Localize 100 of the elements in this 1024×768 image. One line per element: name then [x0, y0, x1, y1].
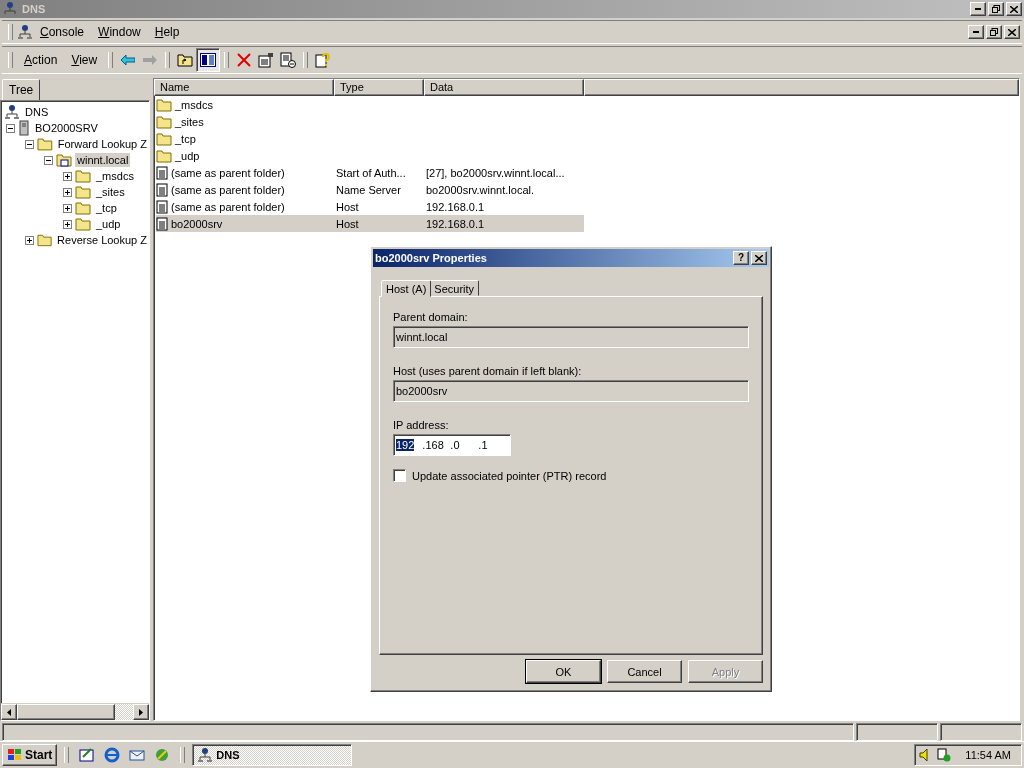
- name-cell: (same as parent folder): [156, 199, 336, 214]
- menu-item[interactable]: Help: [147, 23, 187, 41]
- list-row[interactable]: (same as parent folder) Start of Auth... [27], bo2000srv.winnt.local...: [156, 164, 584, 181]
- expand-toggle[interactable]: [63, 187, 72, 197]
- browser-logo-icon: [104, 747, 121, 763]
- name-cell: bo2000srv: [156, 216, 336, 231]
- ip-address-field[interactable]: 192 .168 .0 .1: [393, 434, 511, 456]
- start-button[interactable]: Start: [2, 744, 58, 766]
- folder-icon: [75, 169, 91, 183]
- menu-item[interactable]: Action: [17, 51, 65, 69]
- column-header[interactable]: Type: [334, 79, 424, 96]
- envelope-icon: [129, 747, 146, 763]
- tree-item[interactable]: _sites: [94, 185, 127, 199]
- tree-item[interactable]: Forward Lookup Z: [55, 137, 149, 151]
- folder-icon: [37, 137, 53, 151]
- clock: 11:54 AM: [965, 749, 1011, 761]
- name-cell: _udp: [156, 148, 336, 163]
- list-row[interactable]: bo2000srv Host 192.168.0.1: [156, 215, 584, 232]
- left-arrow-icon[interactable]: [7, 708, 11, 716]
- close-button[interactable]: [1004, 25, 1020, 39]
- dns-icon: [197, 747, 214, 763]
- close-button[interactable]: [751, 251, 767, 265]
- windows-flag-icon: [7, 748, 23, 762]
- column-header[interactable]: [584, 79, 1019, 96]
- list-row[interactable]: (same as parent folder) Name Server bo2000srv.winnt.local.: [156, 181, 584, 198]
- dialog-title: bo2000srv Properties: [375, 252, 488, 264]
- horizontal-scrollbar[interactable]: [1, 703, 149, 720]
- data-cell-text: [27], bo2000srv.winnt.local...: [426, 166, 566, 179]
- expand-toggle[interactable]: [63, 171, 72, 181]
- tree-item[interactable]: BO2000SRV: [33, 121, 100, 135]
- export-list-icon: [280, 52, 297, 68]
- close-icon: [755, 254, 763, 262]
- dialog-tab[interactable]: Host (A): [381, 280, 432, 297]
- collapse-toggle[interactable]: [25, 139, 34, 149]
- left-arrow-icon: [121, 55, 136, 65]
- minimize-button[interactable]: [970, 2, 986, 16]
- field-label: Host (uses parent domain if left blank):: [393, 365, 583, 377]
- collapse-toggle[interactable]: [44, 155, 53, 165]
- menu-item[interactable]: Console: [33, 23, 92, 41]
- field-label: IP address:: [393, 419, 450, 431]
- folder-icon: [156, 114, 172, 129]
- folder-icon: [75, 201, 91, 215]
- scheduler-icon[interactable]: [937, 748, 952, 762]
- field-label: Parent domain:: [393, 311, 469, 323]
- properties-icon: [258, 52, 275, 68]
- collapse-toggle[interactable]: [6, 123, 15, 133]
- restore-button[interactable]: [988, 2, 1004, 16]
- dialog-tab[interactable]: Security: [429, 280, 480, 296]
- document-icon: [156, 199, 168, 214]
- restore-icon: [990, 28, 998, 36]
- tree-item[interactable]: _msdcs: [94, 169, 136, 183]
- expand-toggle[interactable]: [63, 203, 72, 213]
- type-cell-text: Start of Auth...: [336, 166, 407, 179]
- show-tree-button[interactable]: [196, 48, 221, 72]
- restore-icon: [992, 5, 1000, 13]
- list-row[interactable]: _msdcs: [156, 96, 584, 113]
- list-row[interactable]: (same as parent folder) Host 192.168.0.1: [156, 198, 584, 215]
- list-row[interactable]: _tcp: [156, 130, 584, 147]
- list-row[interactable]: _sites: [156, 113, 584, 130]
- tree-item[interactable]: _udp: [94, 217, 123, 231]
- network-computer-icon: [4, 104, 20, 120]
- panes-icon: [200, 53, 217, 67]
- column-header[interactable]: Name: [154, 79, 334, 96]
- menu-item[interactable]: Window: [91, 23, 148, 41]
- folder-icon: [37, 233, 53, 247]
- tree-item[interactable]: Reverse Lookup Z: [55, 233, 149, 247]
- list-row[interactable]: _udp: [156, 147, 584, 164]
- delete-icon: [237, 53, 252, 67]
- minimize-icon: [973, 31, 979, 33]
- column-header[interactable]: Data: [424, 79, 584, 96]
- close-button[interactable]: [1006, 2, 1022, 16]
- type-cell-text: Name Server: [336, 183, 402, 196]
- tree-item[interactable]: winnt.local: [75, 153, 131, 167]
- name-cell: (same as parent folder): [156, 165, 336, 180]
- dialog-button[interactable]: OK: [526, 660, 601, 683]
- tree-item[interactable]: _tcp: [94, 201, 119, 215]
- tree-tab[interactable]: Tree: [2, 79, 41, 101]
- name-cell: _msdcs: [156, 97, 336, 112]
- right-arrow-icon: [143, 55, 158, 65]
- app-icon: [2, 1, 18, 17]
- name-cell: _sites: [156, 114, 336, 129]
- name-cell: (same as parent folder): [156, 182, 336, 197]
- folder-icon: [56, 153, 72, 167]
- dialog-button[interactable]: Cancel: [607, 660, 682, 683]
- data-cell-text: 192.168.0.1: [426, 217, 486, 230]
- tree-item[interactable]: DNS: [23, 105, 51, 119]
- right-arrow-icon[interactable]: [139, 708, 143, 716]
- taskbar-button[interactable]: DNS: [192, 744, 353, 766]
- help-button[interactable]: ?: [733, 251, 749, 265]
- data-cell-text: bo2000srv.winnt.local.: [426, 183, 536, 196]
- menu-item[interactable]: View: [64, 51, 105, 69]
- expand-toggle[interactable]: [25, 235, 34, 245]
- folder-icon: [75, 185, 91, 199]
- minimize-button[interactable]: [968, 25, 984, 39]
- checkbox[interactable]: [393, 469, 406, 482]
- type-cell-text: Host: [336, 217, 360, 230]
- checkbox-label: Update associated pointer (PTR) record: [412, 469, 607, 482]
- restore-button[interactable]: [986, 25, 1002, 39]
- document-icon: [156, 182, 168, 197]
- expand-toggle[interactable]: [63, 219, 72, 229]
